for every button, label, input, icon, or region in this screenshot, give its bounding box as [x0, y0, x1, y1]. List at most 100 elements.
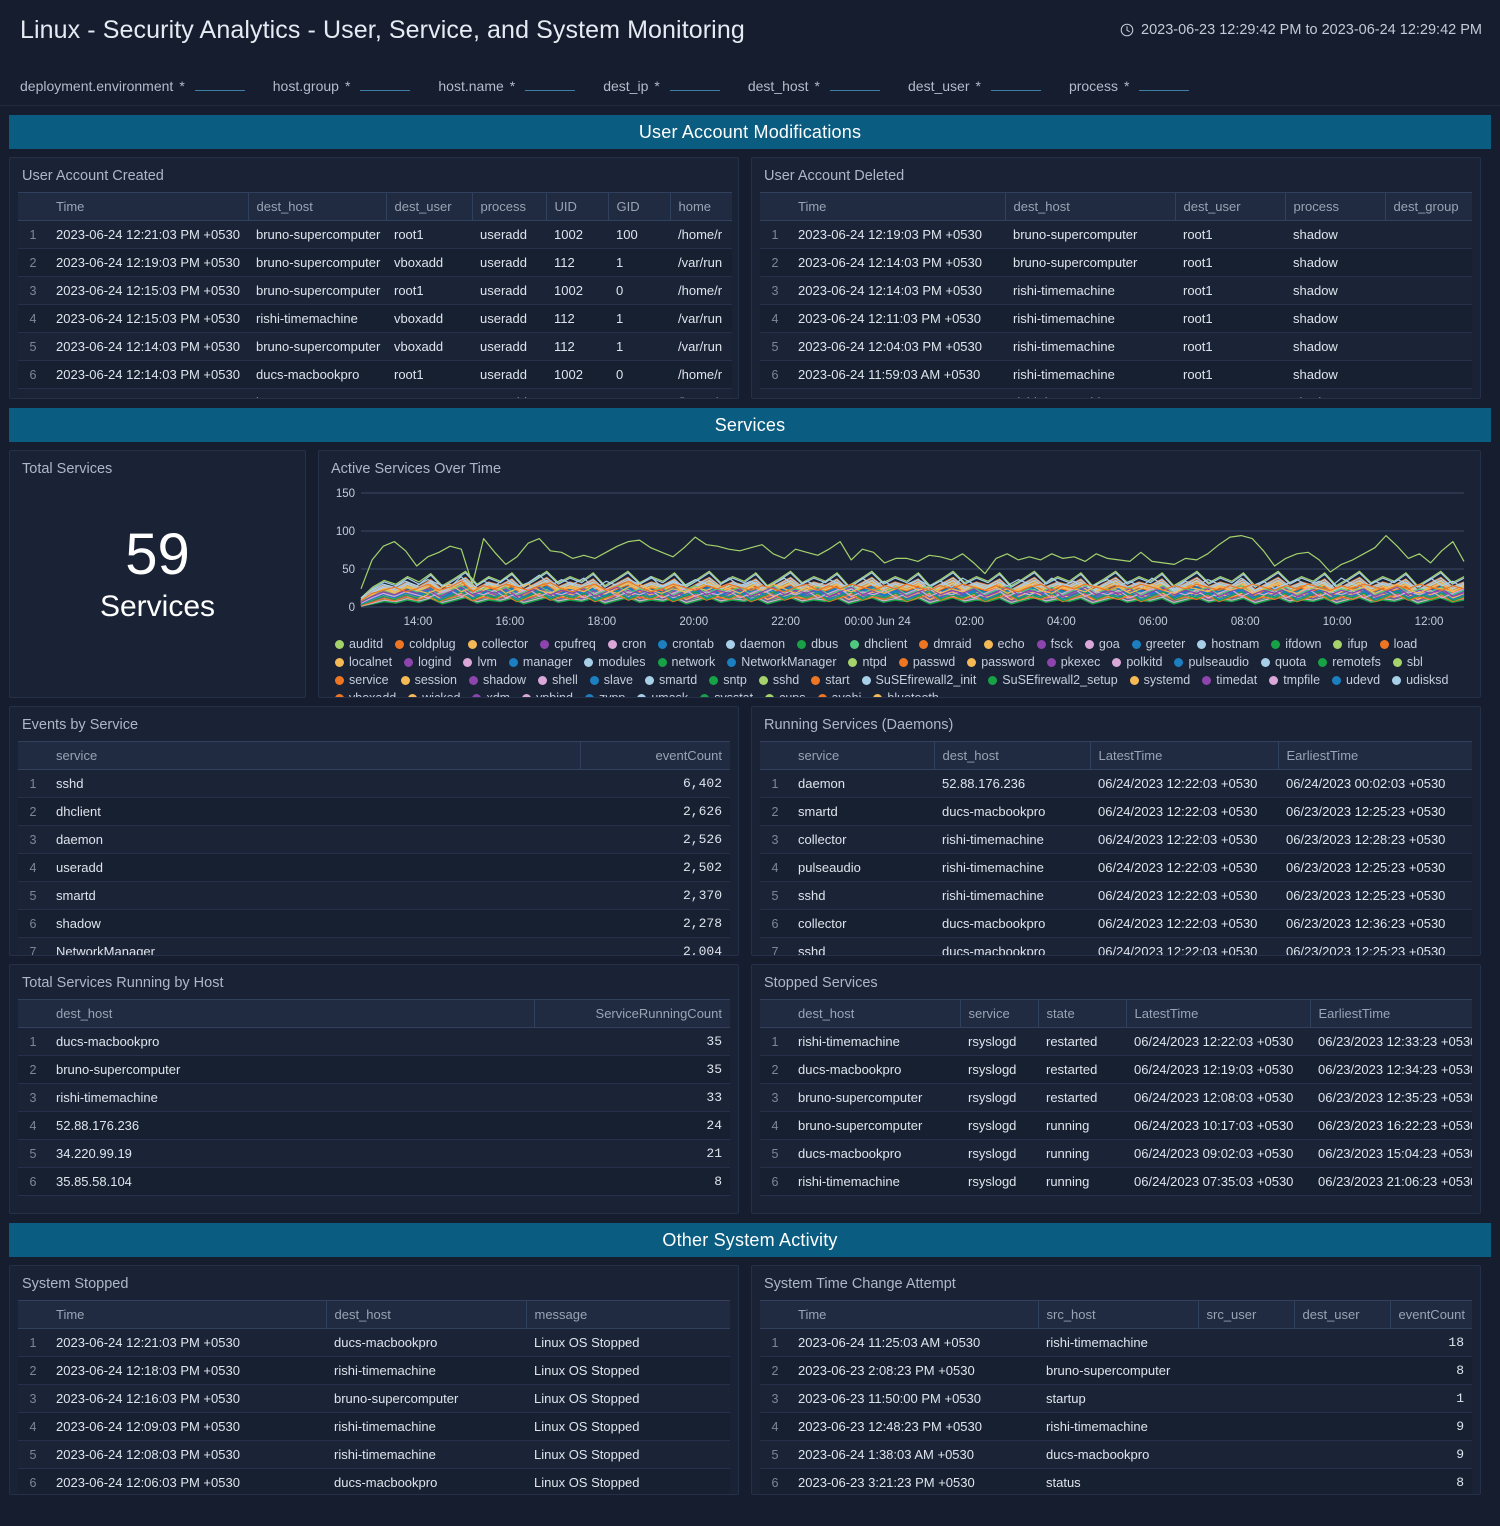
table-row[interactable]: 3 2023-06-24 12:15:03 PM +0530 bruno-super… [18, 276, 732, 305]
legend-item-auditd[interactable]: auditd [335, 637, 383, 651]
legend-item-sshd[interactable]: sshd [758, 673, 799, 687]
line-chart[interactable]: 0 50 100 150 14:00 16:00 18:00 20:00 22:00 00:00 … [327, 485, 1472, 633]
legend-item-overflow[interactable]: wicked [408, 691, 460, 697]
legend-item-udevd[interactable]: udevd [1332, 673, 1380, 687]
column-header-latesttime[interactable]: LatestTime [1090, 741, 1279, 770]
column-header-dest-host[interactable]: dest_host [790, 999, 961, 1028]
table-row[interactable]: 3 2023-06-24 12:14:03 PM +0530 rishi-timem… [760, 276, 1472, 305]
table-row[interactable]: 6 2023-06-23 3:21:23 PM +0530 status 8 [760, 1468, 1472, 1494]
column-header-servicerunningcount[interactable]: ServiceRunningCount [534, 999, 730, 1028]
table-row[interactable]: 2 2023-06-24 12:19:03 PM +0530 bruno-super… [18, 248, 732, 277]
table-row[interactable]: 4 52.88.176.236 24 [18, 1111, 730, 1140]
column-header-dest-group[interactable]: dest_group [1385, 192, 1472, 221]
legend-item-shadow[interactable]: shadow [468, 673, 526, 687]
column-header-eventcount[interactable]: eventCount [1390, 1300, 1472, 1329]
table-row[interactable]: 6 collector ducs-macbookpro 06/24/2023 12:2… [760, 909, 1472, 938]
table-row[interactable]: 72023-06-24 11:51:03 AM +0530rishi-timem… [760, 388, 1472, 398]
column-header-earliesttime[interactable]: EarliestTime [1310, 999, 1472, 1028]
legend-item-shell[interactable]: shell [538, 673, 578, 687]
legend-item-overflow[interactable]: umask [637, 691, 688, 697]
legend-item-pulseaudio[interactable]: pulseaudio [1174, 655, 1249, 669]
table-row[interactable]: 4 useradd 2,502 [18, 853, 730, 882]
legend-item-sntp[interactable]: sntp [709, 673, 747, 687]
column-header-src-host[interactable]: src_host [1038, 1300, 1199, 1329]
table-row[interactable]: 4 2023-06-24 12:09:03 PM +0530 rishi-timem… [18, 1412, 730, 1441]
table-row[interactable]: 2 2023-06-24 12:18:03 PM +0530 rishi-timem… [18, 1356, 730, 1385]
legend-item-cron[interactable]: cron [607, 637, 646, 651]
table-row[interactable]: 4 pulseaudio rishi-timemachine 06/24/2023 1… [760, 853, 1472, 882]
column-header-dest-user[interactable]: dest_user [1175, 192, 1286, 221]
table-row[interactable]: 2 bruno-supercomputer 35 [18, 1055, 730, 1084]
legend-item-sbl[interactable]: sbl [1392, 655, 1423, 669]
legend-item-overflow[interactable]: bluetooth [873, 691, 939, 697]
filter-deployment-environment[interactable]: deployment.environment * [20, 71, 245, 94]
table-row[interactable]: 4 2023-06-24 12:15:03 PM +0530 rishi-timem… [18, 304, 732, 333]
legend-item-goa[interactable]: goa [1084, 637, 1120, 651]
legend-item-overflow[interactable]: xdm [472, 691, 510, 697]
legend-item-daemon[interactable]: daemon [725, 637, 785, 651]
table-row[interactable]: 6 2023-06-24 12:06:03 PM +0530 ducs-macboo… [18, 1468, 730, 1494]
chart-legend[interactable]: auditd coldplug collector cpufreq cron cronta… [327, 633, 1472, 691]
column-header-dest-host[interactable]: dest_host [1005, 192, 1176, 221]
column-header-time[interactable]: Time [48, 1300, 327, 1329]
column-header-earliesttime[interactable]: EarliestTime [1278, 741, 1472, 770]
legend-item-echo[interactable]: echo [983, 637, 1025, 651]
table-row[interactable]: 3 bruno-supercomputer rsyslogd restarted 06/… [760, 1083, 1472, 1112]
column-header-process[interactable]: process [472, 192, 547, 221]
column-header-service[interactable]: service [960, 999, 1039, 1028]
legend-item-session[interactable]: session [400, 673, 457, 687]
table-row[interactable]: 1 sshd 6,402 [18, 769, 730, 798]
table-row[interactable]: 1 2023-06-24 12:21:03 PM +0530 ducs-macboo… [18, 1328, 730, 1357]
table-row[interactable]: 3 2023-06-23 11:50:00 PM +0530 startup 1 [760, 1384, 1472, 1413]
legend-item-network[interactable]: network [657, 655, 715, 669]
legend-item-ifup[interactable]: ifup [1333, 637, 1368, 651]
column-header-service[interactable]: service [48, 741, 581, 770]
table-row[interactable]: 4 2023-06-23 12:48:23 PM +0530 rishi-timem… [760, 1412, 1472, 1441]
filter-dest-ip[interactable]: dest_ip * [603, 71, 720, 94]
legend-item-slave[interactable]: slave [589, 673, 633, 687]
legend-item-manager[interactable]: manager [508, 655, 572, 669]
column-header-state[interactable]: state [1038, 999, 1127, 1028]
legend-item-hostnam[interactable]: hostnam [1197, 637, 1259, 651]
column-header-dest-host[interactable]: dest_host [326, 1300, 527, 1329]
filter-dest-user[interactable]: dest_user * [908, 71, 1041, 94]
table-row[interactable]: 5 2023-06-24 12:14:03 PM +0530 bruno-super… [18, 332, 732, 361]
legend-item-start[interactable]: start [811, 673, 850, 687]
column-header-home[interactable]: home [670, 192, 732, 221]
column-header-time[interactable]: Time [790, 192, 1006, 221]
table-row[interactable]: 1 2023-06-24 11:25:03 AM +0530 rishi-timem… [760, 1328, 1472, 1357]
filter-input[interactable] [669, 71, 720, 91]
table-row[interactable]: 1 2023-06-24 12:19:03 PM +0530 bruno-super… [760, 220, 1472, 249]
table-row[interactable]: 3 2023-06-24 12:16:03 PM +0530 bruno-super… [18, 1384, 730, 1413]
table-row[interactable]: 5 smartd 2,370 [18, 881, 730, 910]
legend-item-lvm[interactable]: lvm [463, 655, 497, 669]
legend-item-coldplug[interactable]: coldplug [395, 637, 456, 651]
table-row[interactable]: 1 2023-06-24 12:21:03 PM +0530 bruno-super… [18, 220, 732, 249]
legend-item-modules[interactable]: modules [584, 655, 646, 669]
legend-item-dmraid[interactable]: dmraid [919, 637, 972, 651]
filter-input[interactable] [1139, 71, 1190, 91]
legend-item-overflow[interactable]: sysstat [700, 691, 753, 697]
column-header-uid[interactable]: UID [546, 192, 609, 221]
legend-item-systemd[interactable]: systemd [1129, 673, 1190, 687]
filter-input[interactable] [830, 71, 880, 91]
legend-item-timedat[interactable]: timedat [1202, 673, 1257, 687]
legend-item-quota[interactable]: quota [1260, 655, 1306, 669]
column-header-dest-host[interactable]: dest_host [48, 999, 535, 1028]
column-header-time[interactable]: Time [790, 1300, 1039, 1329]
legend-item-passwd[interactable]: passwd [898, 655, 955, 669]
table-row[interactable]: 2 2023-06-23 2:08:23 PM +0530 bruno-superc… [760, 1356, 1472, 1385]
filter-input[interactable] [525, 71, 576, 91]
legend-item-polkitd[interactable]: polkitd [1112, 655, 1162, 669]
table-row[interactable]: 2 ducs-macbookpro rsyslogd restarted 06/24/2… [760, 1055, 1472, 1084]
column-header-message[interactable]: message [526, 1300, 730, 1329]
column-header-src-user[interactable]: src_user [1198, 1300, 1295, 1329]
filter-dest-host[interactable]: dest_host * [748, 71, 880, 94]
legend-item-networkmanager[interactable]: NetworkManager [727, 655, 836, 669]
column-header-latesttime[interactable]: LatestTime [1126, 999, 1311, 1028]
legend-item-greeter[interactable]: greeter [1131, 637, 1185, 651]
legend-item-susefirewall2_init[interactable]: SuSEfirewall2_init [861, 673, 976, 687]
legend-item-cpufreq[interactable]: cpufreq [540, 637, 596, 651]
legend-item-pkexec[interactable]: pkexec [1046, 655, 1100, 669]
table-row[interactable]: 5 2023-06-24 12:04:03 PM +0530 rishi-timem… [760, 332, 1472, 361]
